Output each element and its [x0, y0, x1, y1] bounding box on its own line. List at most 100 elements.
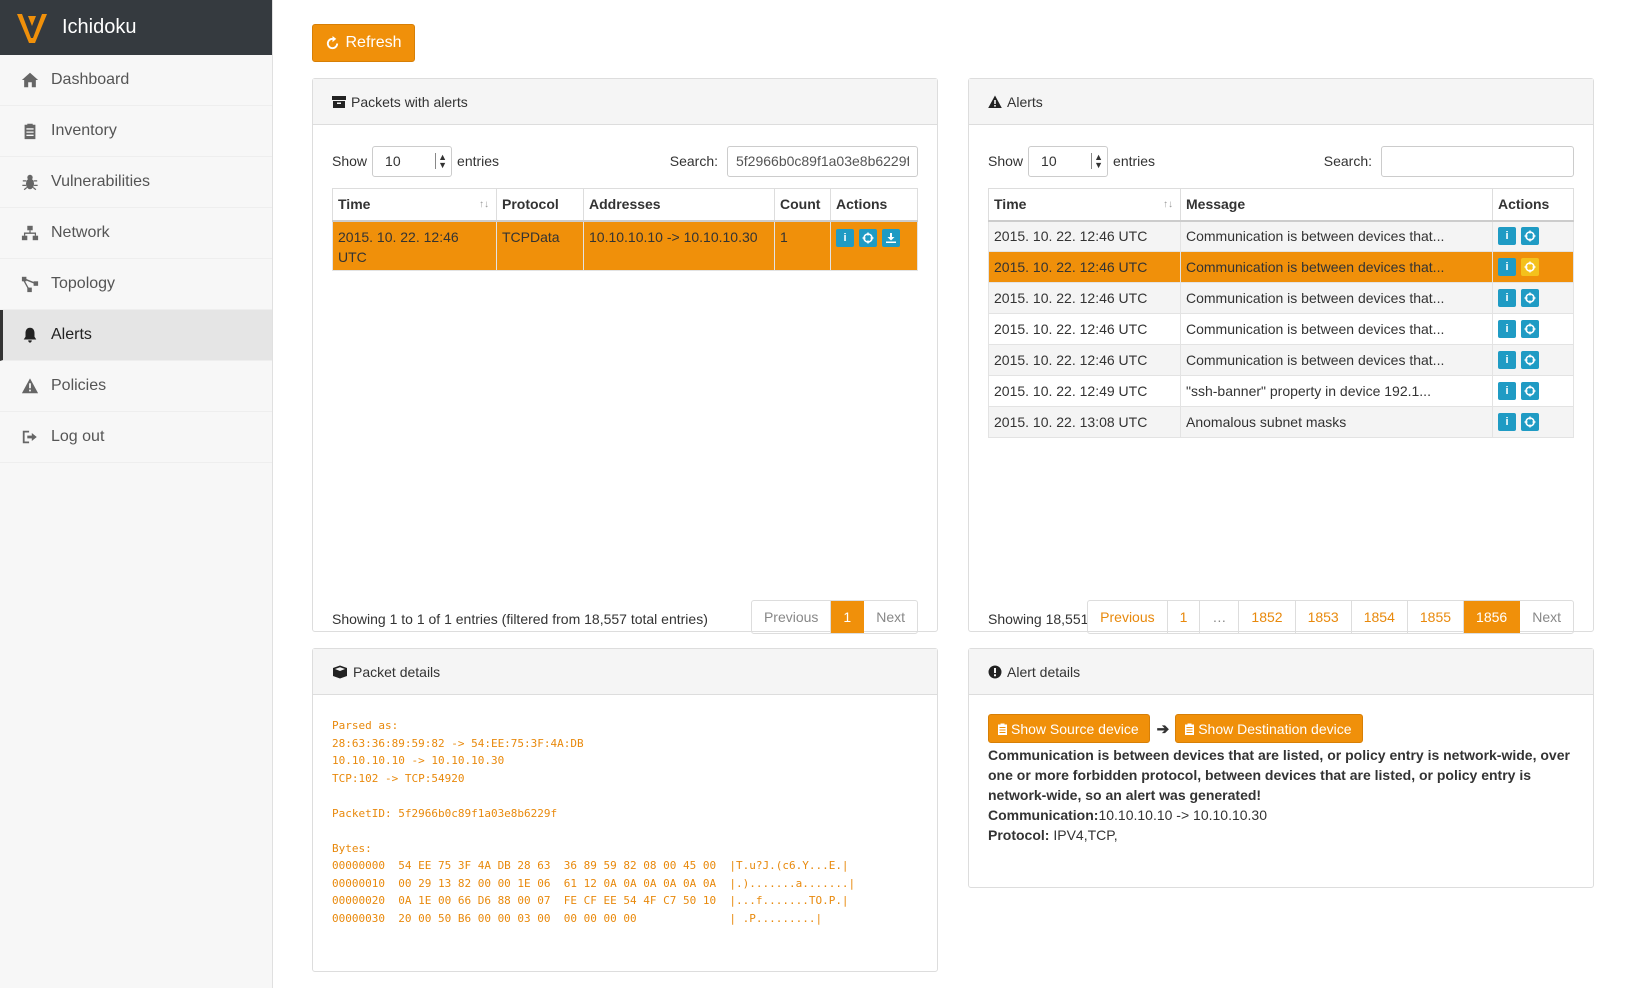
cell-message: Communication is between devices that... [1180, 313, 1493, 345]
table-row[interactable]: 2015. 10. 22. 12:46 UTC TCPData 10.10.10… [332, 220, 918, 271]
cell-actions: i [1492, 282, 1574, 314]
cell-actions: i [1492, 220, 1574, 252]
alert-details-header: Alert details [969, 649, 1593, 695]
page-size-select[interactable]: 10 ▲ ▼ [1028, 145, 1109, 177]
crosshair-icon[interactable] [1521, 320, 1539, 339]
sidebar-item-topology[interactable]: Topology [0, 259, 272, 310]
search-input[interactable] [727, 145, 918, 177]
page-button[interactable]: 1 [1168, 601, 1201, 633]
packet-details-header: Packet details [313, 649, 937, 695]
col-time[interactable]: Time ↑↓ [988, 188, 1181, 222]
panel-title: Packets with alerts [351, 93, 468, 110]
page-button[interactable]: 1855 [1408, 601, 1465, 633]
sidebar-item-label: Vulnerabilities [51, 173, 151, 190]
cell-time: 2015. 10. 22. 12:46 UTC [988, 282, 1181, 314]
col-time[interactable]: Time ↑↓ [332, 188, 497, 222]
page-button[interactable]: 1854 [1352, 601, 1408, 633]
panel-title: Alert details [1007, 663, 1081, 680]
col-protocol[interactable]: Protocol [496, 188, 584, 222]
alerts-panel: Alerts Show 10 ▲ ▼ entries Search: Time … [968, 78, 1594, 634]
show-label: Show [988, 153, 1024, 169]
boxes-icon [333, 665, 347, 678]
cell-time: 2015. 10. 22. 12:46 UTC [332, 220, 497, 271]
cell-actions: i [1492, 375, 1574, 407]
download-icon[interactable] [882, 228, 900, 247]
sidebar-item-label: Network [51, 224, 110, 241]
cell-actions: i [1492, 406, 1574, 438]
col-message[interactable]: Message [1180, 188, 1493, 222]
table-row[interactable]: 2015. 10. 22. 12:49 UTC "ssh-banner" prop… [988, 375, 1574, 407]
sort-icon: ↑↓ [479, 199, 489, 210]
page-button[interactable]: 1856 [1464, 601, 1521, 633]
col-addresses[interactable]: Addresses [583, 188, 775, 222]
sidebar-item-policies[interactable]: Policies [0, 361, 272, 412]
crosshair-icon[interactable] [859, 228, 877, 247]
info-icon[interactable]: i [1498, 258, 1516, 277]
search-label: Search: [669, 153, 718, 169]
crosshair-icon[interactable] [1521, 382, 1539, 401]
cell-time: 2015. 10. 22. 13:08 UTC [988, 406, 1181, 438]
sidebar-item-label: Dashboard [51, 71, 130, 88]
info-icon[interactable]: i [836, 228, 854, 247]
next-button[interactable]: Next [1520, 601, 1573, 633]
table-row[interactable]: 2015. 10. 22. 12:46 UTC Communication is … [988, 313, 1574, 345]
sidebar-item-logout[interactable]: Log out [0, 412, 272, 463]
info-icon[interactable]: i [1498, 351, 1516, 370]
info-icon[interactable]: i [1498, 227, 1516, 246]
pagination: Previous 1 … 1852 1853 1854 1855 1856 Ne… [1087, 600, 1574, 634]
panel-title: Packet details [353, 663, 441, 680]
search-input[interactable] [1381, 145, 1574, 177]
exclamation-circle-icon [988, 665, 1002, 678]
crosshair-icon[interactable] [1521, 413, 1539, 432]
app-title: Ichidoku [62, 16, 137, 38]
sidebar-item-alerts[interactable]: Alerts [0, 310, 272, 361]
cell-message: Communication is between devices that... [1180, 251, 1493, 283]
home-icon [16, 71, 44, 89]
col-actions: Actions [1492, 188, 1574, 222]
select-arrow-icon: ▲ ▼ [435, 153, 447, 170]
bell-icon [16, 326, 44, 344]
table-row[interactable]: 2015. 10. 22. 13:08 UTC Anomalous subnet … [988, 406, 1574, 438]
sidebar-item-label: Inventory [51, 122, 117, 139]
cell-message: Communication is between devices that... [1180, 220, 1493, 252]
cell-message: Anomalous subnet masks [1180, 406, 1493, 438]
table-row[interactable]: 2015. 10. 22. 12:46 UTC Communication is … [988, 251, 1574, 283]
page-button[interactable]: 1 [831, 601, 865, 633]
clipboard-icon [998, 723, 1007, 735]
warning-icon [16, 377, 44, 395]
panel-title: Alerts [1007, 93, 1043, 110]
prev-button[interactable]: Previous [752, 601, 832, 633]
sidebar-item-dashboard[interactable]: Dashboard [0, 55, 272, 106]
table-info: Showing 18,551 [988, 611, 1089, 627]
info-icon[interactable]: i [1498, 413, 1516, 432]
entries-label: entries [457, 153, 500, 169]
crosshair-icon[interactable] [1521, 351, 1539, 370]
cell-message: Communication is between devices that... [1180, 282, 1493, 314]
next-button[interactable]: Next [864, 601, 917, 633]
page-button[interactable]: 1852 [1239, 601, 1296, 633]
show-source-device-button[interactable]: Show Source device [988, 714, 1150, 743]
table-row[interactable]: 2015. 10. 22. 12:46 UTC Communication is … [988, 282, 1574, 314]
info-icon[interactable]: i [1498, 289, 1516, 308]
sidebar-item-vulnerabilities[interactable]: Vulnerabilities [0, 157, 272, 208]
refresh-button[interactable]: Refresh [312, 24, 415, 62]
prev-button[interactable]: Previous [1088, 601, 1168, 633]
brand[interactable]: Ichidoku [0, 0, 272, 55]
show-destination-device-button[interactable]: Show Destination device [1175, 714, 1363, 743]
page-size-select[interactable]: 10 ▲ ▼ [372, 145, 453, 177]
table-row[interactable]: 2015. 10. 22. 12:46 UTC Communication is … [988, 344, 1574, 376]
crosshair-icon[interactable] [1521, 227, 1539, 246]
info-icon[interactable]: i [1498, 382, 1516, 401]
page-button[interactable]: 1853 [1296, 601, 1352, 633]
col-count[interactable]: Count [774, 188, 831, 222]
alerts-panel-header: Alerts [969, 79, 1593, 125]
crosshair-icon[interactable] [1521, 289, 1539, 308]
sidebar-item-label: Policies [51, 377, 107, 394]
sidebar-item-network[interactable]: Network [0, 208, 272, 259]
table-row[interactable]: 2015. 10. 22. 12:46 UTC Communication is … [988, 220, 1574, 252]
crosshair-icon[interactable] [1521, 258, 1539, 277]
cell-addresses: 10.10.10.10 -> 10.10.10.30 [583, 220, 775, 271]
col-actions: Actions [830, 188, 918, 222]
info-icon[interactable]: i [1498, 320, 1516, 339]
sidebar-item-inventory[interactable]: Inventory [0, 106, 272, 157]
